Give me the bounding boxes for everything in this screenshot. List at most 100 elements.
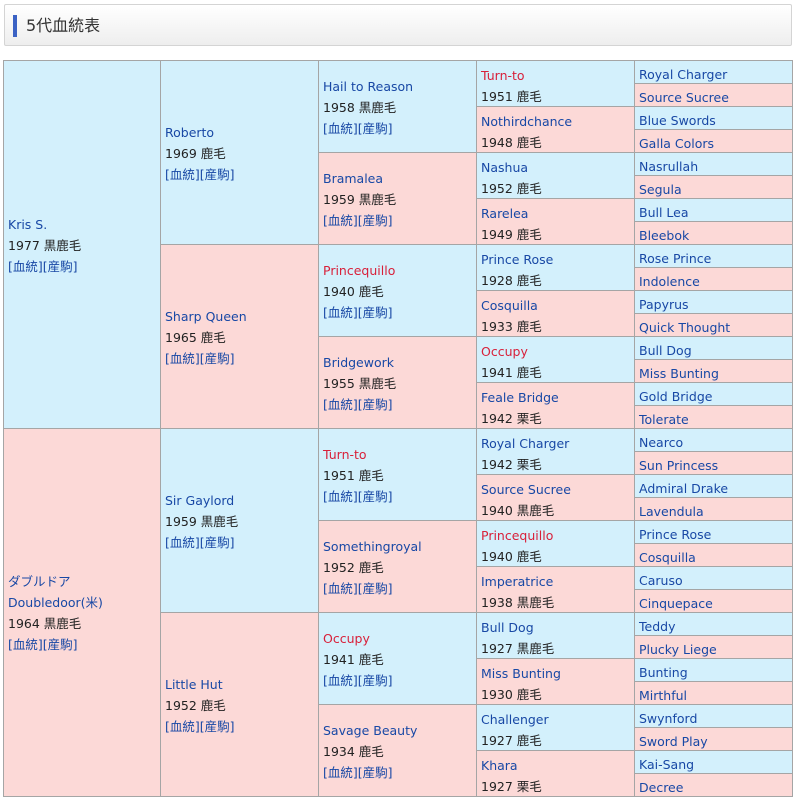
horse-name-link[interactable]: Kai-Sang bbox=[639, 754, 792, 773]
pedigree-cell-gen1-2: ダブルドア Doubledoor(米) 1964 黒鹿毛 [血統][産駒] bbox=[3, 429, 161, 797]
pedigree-offspring-links[interactable]: [血統][産駒] bbox=[323, 302, 476, 323]
horse-name-link[interactable]: Turn-to bbox=[323, 444, 476, 465]
horse-name-link[interactable]: Galla Colors bbox=[639, 133, 792, 152]
horse-name-link[interactable]: Somethingroyal bbox=[323, 536, 476, 557]
horse-name-link[interactable]: Lavendula bbox=[639, 501, 792, 520]
pedigree-cell-gen5-19: Admiral Drake bbox=[635, 475, 793, 498]
horse-name-link[interactable]: Admiral Drake bbox=[639, 478, 792, 497]
horse-name-link[interactable]: Prince Rose bbox=[639, 524, 792, 543]
horse-name-link[interactable]: Bleebok bbox=[639, 225, 792, 244]
horse-name-link[interactable]: Sharp Queen bbox=[165, 306, 318, 327]
pedigree-cell-gen5-10: Indolence bbox=[635, 268, 793, 291]
horse-name-link[interactable]: Swynford bbox=[639, 708, 792, 727]
horse-name-link[interactable]: Prince Rose bbox=[481, 249, 634, 270]
pedigree-offspring-links[interactable]: [血統][産駒] bbox=[165, 164, 318, 185]
horse-name-link[interactable]: Occupy bbox=[323, 628, 476, 649]
pedigree-offspring-links[interactable]: [血統][産駒] bbox=[323, 210, 476, 231]
horse-name-link[interactable]: Little Hut bbox=[165, 674, 318, 695]
horse-name-link[interactable]: Miss Bunting bbox=[639, 363, 792, 382]
pedigree-offspring-links[interactable]: [血統][産駒] bbox=[165, 348, 318, 369]
horse-name-link[interactable]: Bull Dog bbox=[481, 617, 634, 638]
horse-name-link[interactable]: Bull Dog bbox=[639, 340, 792, 359]
horse-name-link[interactable]: Papyrus bbox=[639, 294, 792, 313]
pedigree-cell-gen5-26: Plucky Liege bbox=[635, 636, 793, 659]
pedigree-offspring-links[interactable]: [血統][産駒] bbox=[323, 670, 476, 691]
pedigree-offspring-links[interactable]: [血統][産駒] bbox=[323, 762, 476, 783]
pedigree-cell-gen3-7: Occupy 1941 鹿毛 [血統][産駒] bbox=[319, 613, 477, 705]
horse-name-link[interactable]: ダブルドア bbox=[8, 571, 160, 592]
horse-name-link[interactable]: Teddy bbox=[639, 616, 792, 635]
horse-name-link[interactable]: Sir Gaylord bbox=[165, 490, 318, 511]
horse-name-link[interactable]: Bramalea bbox=[323, 168, 476, 189]
horse-name-link[interactable]: Bridgework bbox=[323, 352, 476, 373]
pedigree-cell-gen4-9: Royal Charger 1942 栗毛 bbox=[477, 429, 635, 475]
pedigree-cell-gen5-28: Mirthful bbox=[635, 682, 793, 705]
horse-name-link[interactable]: Savage Beauty bbox=[323, 720, 476, 741]
pedigree-cell-gen5-21: Prince Rose bbox=[635, 521, 793, 544]
horse-name-link[interactable]: Nearco bbox=[639, 432, 792, 451]
pedigree-cell-gen5-3: Blue Swords bbox=[635, 107, 793, 130]
horse-name-link[interactable]: Plucky Liege bbox=[639, 639, 792, 658]
horse-name-link[interactable]: Cosquilla bbox=[481, 295, 634, 316]
horse-name-link[interactable]: Miss Bunting bbox=[481, 663, 634, 684]
pedigree-cell-gen5-9: Rose Prince bbox=[635, 245, 793, 268]
horse-birth-color: 1942 栗毛 bbox=[481, 411, 542, 426]
pedigree-cell-gen5-5: Nasrullah bbox=[635, 153, 793, 176]
pedigree-cell-gen3-2: Bramalea 1959 黒鹿毛 [血統][産駒] bbox=[319, 153, 477, 245]
horse-name-link[interactable]: Decree bbox=[639, 777, 792, 796]
horse-name-link[interactable]: Hail to Reason bbox=[323, 76, 476, 97]
pedigree-cell-gen5-20: Lavendula bbox=[635, 498, 793, 521]
horse-name-link[interactable]: Blue Swords bbox=[639, 110, 792, 129]
horse-name-link[interactable]: Rose Prince bbox=[639, 248, 792, 267]
pedigree-cell-gen2-1: Roberto 1969 鹿毛 [血統][産駒] bbox=[161, 60, 319, 245]
horse-name-link[interactable]: Quick Thought bbox=[639, 317, 792, 336]
horse-name-link[interactable]: Rarelea bbox=[481, 203, 634, 224]
horse-name-link[interactable]: Imperatrice bbox=[481, 571, 634, 592]
horse-name-link[interactable]: Segula bbox=[639, 179, 792, 198]
horse-name-link[interactable]: Mirthful bbox=[639, 685, 792, 704]
horse-name-link[interactable]: Nothirdchance bbox=[481, 111, 634, 132]
horse-name-link[interactable]: Cinquepace bbox=[639, 593, 792, 612]
horse-name-link[interactable]: Source Sucree bbox=[639, 87, 792, 106]
horse-name-link[interactable]: Source Sucree bbox=[481, 479, 634, 500]
horse-name-link[interactable]: Turn-to bbox=[481, 65, 634, 86]
pedigree-cell-gen2-3: Sir Gaylord 1959 黒鹿毛 [血統][産駒] bbox=[161, 429, 319, 613]
horse-birth-color: 1940 鹿毛 bbox=[481, 549, 542, 564]
pedigree-offspring-links[interactable]: [血統][産駒] bbox=[323, 486, 476, 507]
horse-name-link[interactable]: Sword Play bbox=[639, 731, 792, 750]
horse-name-link[interactable]: Tolerate bbox=[639, 409, 792, 428]
horse-name-link[interactable]: Doubledoor(米) bbox=[8, 592, 160, 613]
pedigree-cell-gen4-11: Princequillo 1940 鹿毛 bbox=[477, 521, 635, 567]
horse-birth-color: 1934 鹿毛 bbox=[323, 744, 384, 759]
horse-name-link[interactable]: Cosquilla bbox=[639, 547, 792, 566]
pedigree-offspring-links[interactable]: [血統][産駒] bbox=[165, 716, 318, 737]
horse-name-link[interactable]: Nasrullah bbox=[639, 156, 792, 175]
pedigree-offspring-links[interactable]: [血統][産駒] bbox=[165, 532, 318, 553]
pedigree-offspring-links[interactable]: [血統][産駒] bbox=[323, 578, 476, 599]
horse-name-link[interactable]: Occupy bbox=[481, 341, 634, 362]
horse-birth-color: 1959 黒鹿毛 bbox=[165, 514, 239, 529]
horse-name-link[interactable]: Princequillo bbox=[323, 260, 476, 281]
horse-name-link[interactable]: Caruso bbox=[639, 570, 792, 589]
horse-name-link[interactable]: Bunting bbox=[639, 662, 792, 681]
horse-name-link[interactable]: Gold Bridge bbox=[639, 386, 792, 405]
horse-name-link[interactable]: Challenger bbox=[481, 709, 634, 730]
pedigree-offspring-links[interactable]: [血統][産駒] bbox=[8, 256, 160, 277]
pedigree-cell-gen5-18: Sun Princess bbox=[635, 452, 793, 475]
horse-name-link[interactable]: Sun Princess bbox=[639, 455, 792, 474]
pedigree-offspring-links[interactable]: [血統][産駒] bbox=[323, 394, 476, 415]
horse-name-link[interactable]: Roberto bbox=[165, 122, 318, 143]
pedigree-offspring-links[interactable]: [血統][産駒] bbox=[323, 118, 476, 139]
horse-name-link[interactable]: Royal Charger bbox=[639, 64, 792, 83]
horse-name-link[interactable]: Nashua bbox=[481, 157, 634, 178]
pedigree-cell-gen4-13: Bull Dog 1927 黒鹿毛 bbox=[477, 613, 635, 659]
horse-name-link[interactable]: Feale Bridge bbox=[481, 387, 634, 408]
horse-name-link[interactable]: Kris S. bbox=[8, 214, 160, 235]
horse-name-link[interactable]: Bull Lea bbox=[639, 202, 792, 221]
horse-name-link[interactable]: Khara bbox=[481, 755, 634, 776]
pedigree-offspring-links[interactable]: [血統][産駒] bbox=[8, 634, 160, 655]
horse-name-link[interactable]: Indolence bbox=[639, 271, 792, 290]
horse-name-link[interactable]: Royal Charger bbox=[481, 433, 634, 454]
horse-birth-color: 1977 黒鹿毛 bbox=[8, 238, 82, 253]
horse-name-link[interactable]: Princequillo bbox=[481, 525, 634, 546]
